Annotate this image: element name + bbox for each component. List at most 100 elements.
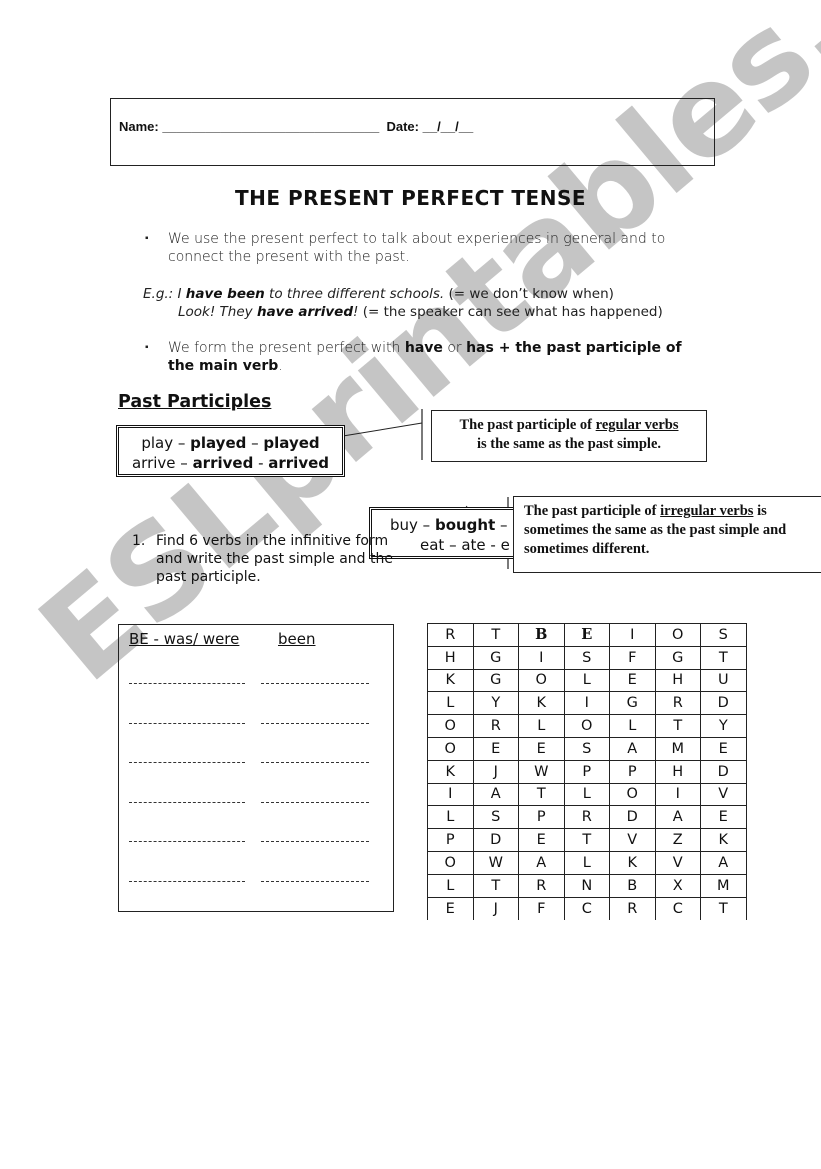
word-search-cell[interactable]: U (700, 668, 747, 693)
word-search-cell[interactable]: A (609, 736, 656, 761)
word-search-cell[interactable]: F (609, 645, 656, 670)
word-search-cell[interactable]: K (609, 850, 656, 875)
word-search-cell[interactable]: G (654, 645, 701, 670)
word-search-cell[interactable]: R (654, 691, 701, 716)
past-participle-blank[interactable] (261, 683, 369, 684)
past-simple-blank[interactable] (129, 683, 245, 684)
word-search-cell[interactable]: V (654, 850, 701, 875)
word-search-cell[interactable]: E (700, 736, 747, 761)
word-search-cell[interactable]: R (563, 805, 610, 830)
word-search-cell[interactable]: D (472, 828, 519, 852)
word-search-cell[interactable]: E (609, 668, 656, 693)
word-search-cell[interactable]: L (563, 668, 610, 693)
word-search-cell[interactable]: P (518, 805, 565, 830)
word-search-cell[interactable]: Z (654, 828, 701, 852)
word-search-cell[interactable]: J (472, 896, 519, 920)
word-search-cell[interactable]: T (518, 782, 565, 807)
word-search-cell[interactable]: O (518, 668, 565, 693)
word-search-cell[interactable]: L (427, 873, 474, 898)
word-search-cell[interactable]: A (518, 850, 565, 875)
word-search-cell[interactable]: L (518, 714, 565, 738)
word-search-cell[interactable]: E (518, 736, 565, 761)
word-search-cell[interactable]: V (700, 782, 747, 807)
word-search-cell[interactable]: C (563, 896, 610, 920)
word-search-cell[interactable]: Y (472, 691, 519, 716)
word-search-cell[interactable]: V (609, 828, 656, 852)
word-search-cell[interactable]: K (700, 828, 747, 852)
word-search-cell[interactable]: I (563, 691, 610, 716)
word-search-cell[interactable]: I (654, 782, 701, 807)
word-search-cell[interactable]: S (700, 623, 747, 647)
word-search-cell[interactable]: R (518, 873, 565, 898)
word-search-cell[interactable]: H (654, 759, 701, 784)
past-simple-blank[interactable] (129, 801, 245, 803)
word-search-cell[interactable]: I (518, 645, 565, 670)
word-search-cell[interactable]: M (700, 873, 747, 898)
past-simple-blank[interactable] (129, 841, 245, 842)
past-participle-blank[interactable] (261, 880, 369, 882)
word-search-cell[interactable]: O (609, 782, 656, 807)
word-search-cell[interactable]: F (518, 896, 565, 920)
word-search-cell[interactable]: K (518, 691, 565, 716)
word-search-cell[interactable]: P (563, 759, 610, 784)
word-search-cell[interactable]: R (609, 896, 656, 920)
word-search-cell[interactable]: O (427, 850, 474, 875)
past-participle-blank[interactable] (261, 722, 369, 724)
word-search-cell[interactable]: P (609, 759, 656, 784)
word-search-cell[interactable]: R (472, 714, 519, 738)
past-participle-blank[interactable] (261, 801, 369, 803)
word-search-cell[interactable]: R (427, 623, 474, 647)
word-search-cell[interactable]: H (654, 668, 701, 693)
word-search-cell[interactable]: D (609, 805, 656, 830)
word-search-cell[interactable]: T (700, 645, 747, 670)
word-search-cell[interactable]: M (654, 736, 701, 761)
word-search-cell[interactable]: H (427, 645, 474, 670)
word-search-cell[interactable]: O (654, 623, 701, 647)
word-search-cell[interactable]: E (563, 623, 610, 647)
word-search-cell[interactable]: A (472, 782, 519, 807)
word-search-cell[interactable]: G (609, 691, 656, 716)
word-search-cell[interactable]: T (563, 828, 610, 852)
word-search-cell[interactable]: D (700, 691, 747, 716)
word-search-cell[interactable]: W (518, 759, 565, 784)
word-search-cell[interactable]: S (472, 805, 519, 830)
past-participle-blank[interactable] (261, 841, 369, 842)
word-search-cell[interactable]: X (654, 873, 701, 898)
word-search-cell[interactable]: D (700, 759, 747, 784)
word-search-cell[interactable]: W (472, 850, 519, 875)
word-search-cell[interactable]: S (563, 736, 610, 761)
word-search-cell[interactable]: O (427, 736, 474, 761)
past-simple-blank[interactable] (129, 722, 245, 724)
word-search-cell[interactable]: E (427, 896, 474, 920)
word-search-cell[interactable]: B (609, 873, 656, 898)
word-search-cell[interactable]: E (700, 805, 747, 830)
word-search-cell[interactable]: T (472, 623, 519, 647)
past-simple-blank[interactable] (129, 880, 245, 882)
past-simple-blank[interactable] (129, 762, 245, 763)
word-search-cell[interactable]: J (472, 759, 519, 784)
word-search-cell[interactable]: N (563, 873, 610, 898)
word-search-cell[interactable]: T (700, 896, 747, 920)
word-search-cell[interactable]: Y (700, 714, 747, 738)
word-search-cell[interactable]: O (427, 714, 474, 738)
word-search-cell[interactable]: E (518, 828, 565, 852)
word-search-cell[interactable]: G (472, 668, 519, 693)
word-search-cell[interactable]: G (472, 645, 519, 670)
past-participle-blank[interactable] (261, 762, 369, 763)
word-search-cell[interactable]: S (563, 645, 610, 670)
word-search-cell[interactable]: P (427, 828, 474, 852)
word-search-cell[interactable]: T (654, 714, 701, 738)
word-search-cell[interactable]: A (700, 850, 747, 875)
word-search-cell[interactable]: K (427, 668, 474, 693)
word-search-cell[interactable]: A (654, 805, 701, 830)
word-search-cell[interactable]: I (427, 782, 474, 807)
word-search-cell[interactable]: E (472, 736, 519, 761)
word-search-cell[interactable]: L (427, 691, 474, 716)
word-search-cell[interactable]: T (472, 873, 519, 898)
word-search-cell[interactable]: K (427, 759, 474, 784)
word-search-cell[interactable]: C (654, 896, 701, 920)
word-search-cell[interactable]: B (518, 623, 565, 647)
word-search-cell[interactable]: L (563, 850, 610, 875)
word-search-cell[interactable]: L (563, 782, 610, 807)
word-search-cell[interactable]: L (609, 714, 656, 738)
